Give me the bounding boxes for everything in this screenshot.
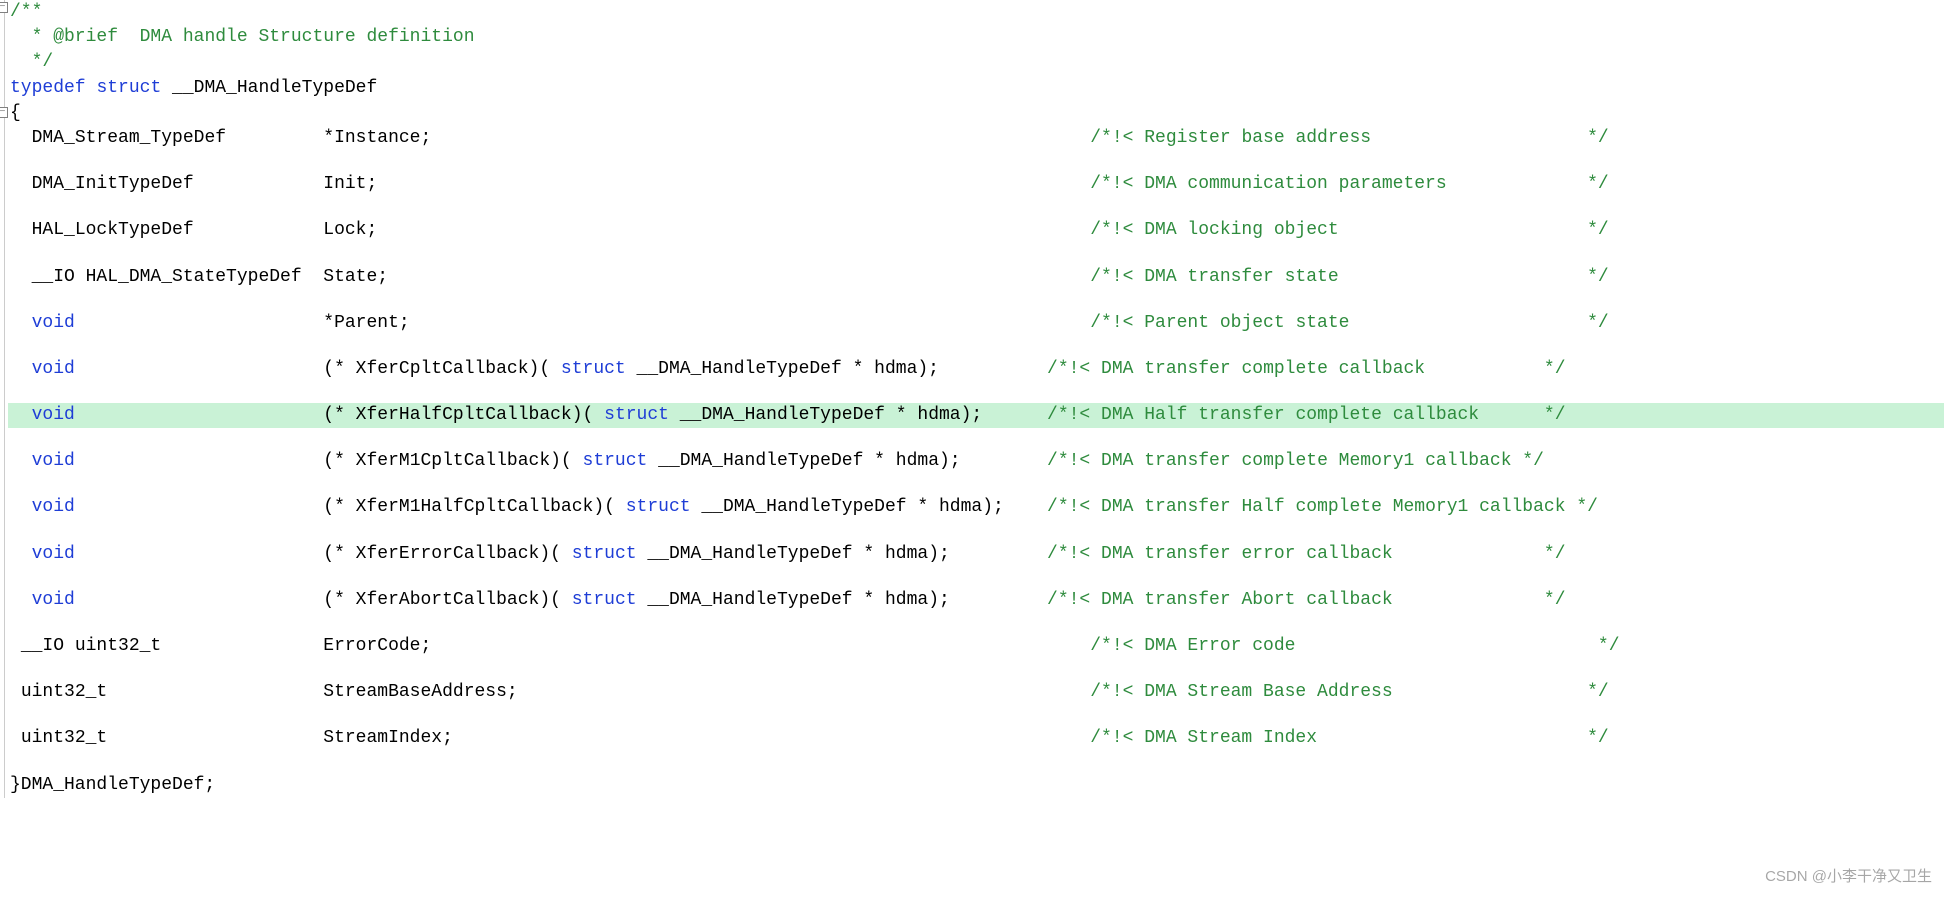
member-line: DMA_InitTypeDef Init; /*!< DMA communica… xyxy=(8,172,1944,197)
member-line: __IO HAL_DMA_StateTypeDef State; /*!< DM… xyxy=(8,265,1944,290)
member-line: void (* XferM1HalfCpltCallback)( struct … xyxy=(8,495,1944,520)
member-decl: StreamBaseAddress; xyxy=(323,682,517,702)
member-comment: /*!< Parent object state */ xyxy=(1090,313,1608,333)
blank-line xyxy=(8,382,1944,403)
code-line: }DMA_HandleTypeDef; xyxy=(8,773,1944,798)
member-comment: /*!< DMA Error code */ xyxy=(1090,636,1619,656)
blank-line xyxy=(8,290,1944,311)
watermark: CSDN @小李干净又卫生 xyxy=(1765,866,1932,887)
code-line: * @brief DMA handle Structure definition xyxy=(8,25,1944,50)
member-comment: /*!< DMA transfer Abort callback */ xyxy=(1047,590,1565,610)
comment-close: */ xyxy=(10,52,53,72)
blank-line xyxy=(8,521,1944,542)
member-decl: *Parent; xyxy=(323,313,409,333)
keyword-struct: struct xyxy=(96,78,161,98)
member-comment: /*!< DMA transfer Half complete Memory1 … xyxy=(1047,497,1598,517)
blank-line xyxy=(8,474,1944,495)
member-decl: StreamIndex; xyxy=(323,728,453,748)
typedef-name: __DMA_HandleTypeDef xyxy=(161,78,377,98)
member-type: __IO HAL_DMA_StateTypeDef xyxy=(32,267,324,287)
member-line: void *Parent; /*!< Parent object state *… xyxy=(8,311,1944,336)
blank-line xyxy=(8,428,1944,449)
keyword-struct: struct xyxy=(561,359,626,379)
blank-line xyxy=(8,567,1944,588)
member-comment: /*!< DMA transfer state */ xyxy=(1090,267,1608,287)
member-decl: Lock; xyxy=(323,220,377,240)
keyword-struct: struct xyxy=(604,405,669,425)
member-line: __IO uint32_t ErrorCode; /*!< DMA Error … xyxy=(8,634,1944,659)
member-line: void (* XferErrorCallback)( struct __DMA… xyxy=(8,542,1944,567)
code-line: { xyxy=(8,101,1944,126)
member-type: DMA_InitTypeDef xyxy=(32,174,324,194)
member-decl: State; xyxy=(323,267,388,287)
fold-toggle-comment[interactable]: − xyxy=(0,2,8,13)
member-type: uint32_t xyxy=(21,682,323,702)
member-type: uint32_t xyxy=(21,728,323,748)
member-line: HAL_LockTypeDef Lock; /*!< DMA locking o… xyxy=(8,218,1944,243)
member-type: DMA_Stream_TypeDef xyxy=(32,128,324,148)
member-line: uint32_t StreamBaseAddress; /*!< DMA Str… xyxy=(8,680,1944,705)
member-comment: /*!< DMA communication parameters */ xyxy=(1090,174,1608,194)
member-line: void (* XferAbortCallback)( struct __DMA… xyxy=(8,588,1944,613)
keyword-void: void xyxy=(32,451,75,471)
comment-brief-text: DMA handle Structure definition xyxy=(118,27,474,47)
blank-line xyxy=(8,659,1944,680)
keyword-void: void xyxy=(32,359,75,379)
comment-brief-prefix: * @brief xyxy=(10,27,118,47)
fold-toggle-struct[interactable]: − xyxy=(0,107,8,118)
keyword-struct: struct xyxy=(626,497,691,517)
brace-open: { xyxy=(10,103,21,123)
blank-line xyxy=(8,244,1944,265)
member-decl: (* XferAbortCallback)( xyxy=(323,590,571,610)
member-line: uint32_t StreamIndex; /*!< DMA Stream In… xyxy=(8,726,1944,751)
member-line: void (* XferM1CpltCallback)( struct __DM… xyxy=(8,449,1944,474)
code-line: */ xyxy=(8,50,1944,75)
keyword-void: void xyxy=(32,405,75,425)
code-editor: − /** * @brief DMA handle Structure defi… xyxy=(0,0,1944,798)
keyword-struct: struct xyxy=(572,544,637,564)
member-decl: *Instance; xyxy=(323,128,431,148)
keyword-struct: struct xyxy=(583,451,648,471)
blank-line xyxy=(8,705,1944,726)
member-comment: /*!< DMA transfer error callback */ xyxy=(1047,544,1565,564)
member-type: __IO uint32_t xyxy=(21,636,323,656)
brace-close: }DMA_HandleTypeDef; xyxy=(10,775,215,795)
member-decl: (* XferM1HalfCpltCallback)( xyxy=(323,497,625,517)
keyword-void: void xyxy=(32,590,75,610)
struct-body: DMA_Stream_TypeDef *Instance; /*!< Regis… xyxy=(8,126,1944,773)
member-decl: (* XferErrorCallback)( xyxy=(323,544,571,564)
member-decl: (* XferM1CpltCallback)( xyxy=(323,451,582,471)
keyword-typedef: typedef xyxy=(10,78,86,98)
blank-line xyxy=(8,197,1944,218)
member-comment: /*!< DMA Half transfer complete callback… xyxy=(1047,405,1565,425)
member-comment: /*!< Register base address */ xyxy=(1090,128,1608,148)
code-line: typedef struct __DMA_HandleTypeDef xyxy=(8,76,1944,101)
member-type: HAL_LockTypeDef xyxy=(32,220,324,240)
member-line: void (* XferHalfCpltCallback)( struct __… xyxy=(8,403,1944,428)
member-decl: (* XferCpltCallback)( xyxy=(323,359,561,379)
member-comment: /*!< DMA Stream Index */ xyxy=(1090,728,1608,748)
keyword-struct: struct xyxy=(572,590,637,610)
comment-open: /** xyxy=(10,2,42,22)
blank-line xyxy=(8,336,1944,357)
member-comment: /*!< DMA transfer complete callback */ xyxy=(1047,359,1565,379)
member-line: DMA_Stream_TypeDef *Instance; /*!< Regis… xyxy=(8,126,1944,151)
code-line: /** xyxy=(8,0,1944,25)
keyword-void: void xyxy=(32,497,75,517)
member-decl: ErrorCode; xyxy=(323,636,431,656)
member-comment: /*!< DMA transfer complete Memory1 callb… xyxy=(1047,451,1544,471)
blank-line xyxy=(8,613,1944,634)
member-line: void (* XferCpltCallback)( struct __DMA_… xyxy=(8,357,1944,382)
blank-line xyxy=(8,752,1944,773)
member-decl: (* XferHalfCpltCallback)( xyxy=(323,405,604,425)
blank-line xyxy=(8,151,1944,172)
member-decl: Init; xyxy=(323,174,377,194)
gutter-border xyxy=(4,0,5,798)
keyword-void: void xyxy=(32,313,75,333)
member-comment: /*!< DMA locking object */ xyxy=(1090,220,1608,240)
member-comment: /*!< DMA Stream Base Address */ xyxy=(1090,682,1608,702)
keyword-void: void xyxy=(32,544,75,564)
